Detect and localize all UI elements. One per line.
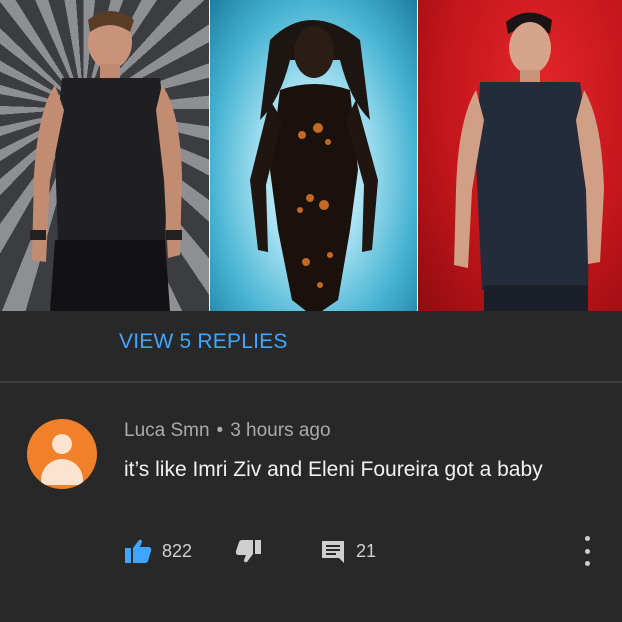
photo-collage <box>0 0 622 311</box>
dislike-button[interactable] <box>236 537 262 565</box>
reply-button[interactable]: 21 <box>320 537 376 565</box>
view-replies-button[interactable]: VIEW 5 REPLIES <box>119 330 288 354</box>
comment-time: 3 hours ago <box>230 420 331 441</box>
thumb-down-icon <box>236 540 261 563</box>
comment-icon <box>322 541 344 563</box>
more-options-button[interactable] <box>577 536 597 566</box>
photo-left-singer <box>0 0 210 311</box>
person-silhouette-middle <box>250 20 379 311</box>
like-button[interactable]: 822 <box>124 537 192 565</box>
thumb-up-icon <box>125 539 152 563</box>
avatar[interactable] <box>27 419 97 489</box>
like-count: 822 <box>162 540 193 561</box>
replies-row: VIEW 5 REPLIES <box>0 311 622 381</box>
comment-actions: 822 21 <box>124 537 604 565</box>
person-silhouette-right <box>453 12 604 311</box>
comment: Luca Smn • 3 hours ago it’s like Imri Ziv … <box>0 383 622 622</box>
person-silhouette-left <box>30 11 182 311</box>
more-vertical-icon-dot <box>584 561 590 566</box>
avatar-head <box>52 434 72 454</box>
comment-meta: Luca Smn • 3 hours ago <box>124 420 331 442</box>
photo-middle-singer <box>210 0 417 311</box>
comment-author[interactable]: Luca Smn <box>124 420 210 441</box>
comment-text: it’s like Imri Ziv and Eleni Foureira go… <box>124 458 543 481</box>
more-vertical-icon-dot <box>584 548 590 554</box>
reply-count: 21 <box>356 540 377 561</box>
avatar-body <box>41 459 83 485</box>
photo-right-singer <box>417 0 622 311</box>
more-vertical-icon-dot <box>584 536 590 541</box>
meta-separator: • <box>216 420 224 441</box>
